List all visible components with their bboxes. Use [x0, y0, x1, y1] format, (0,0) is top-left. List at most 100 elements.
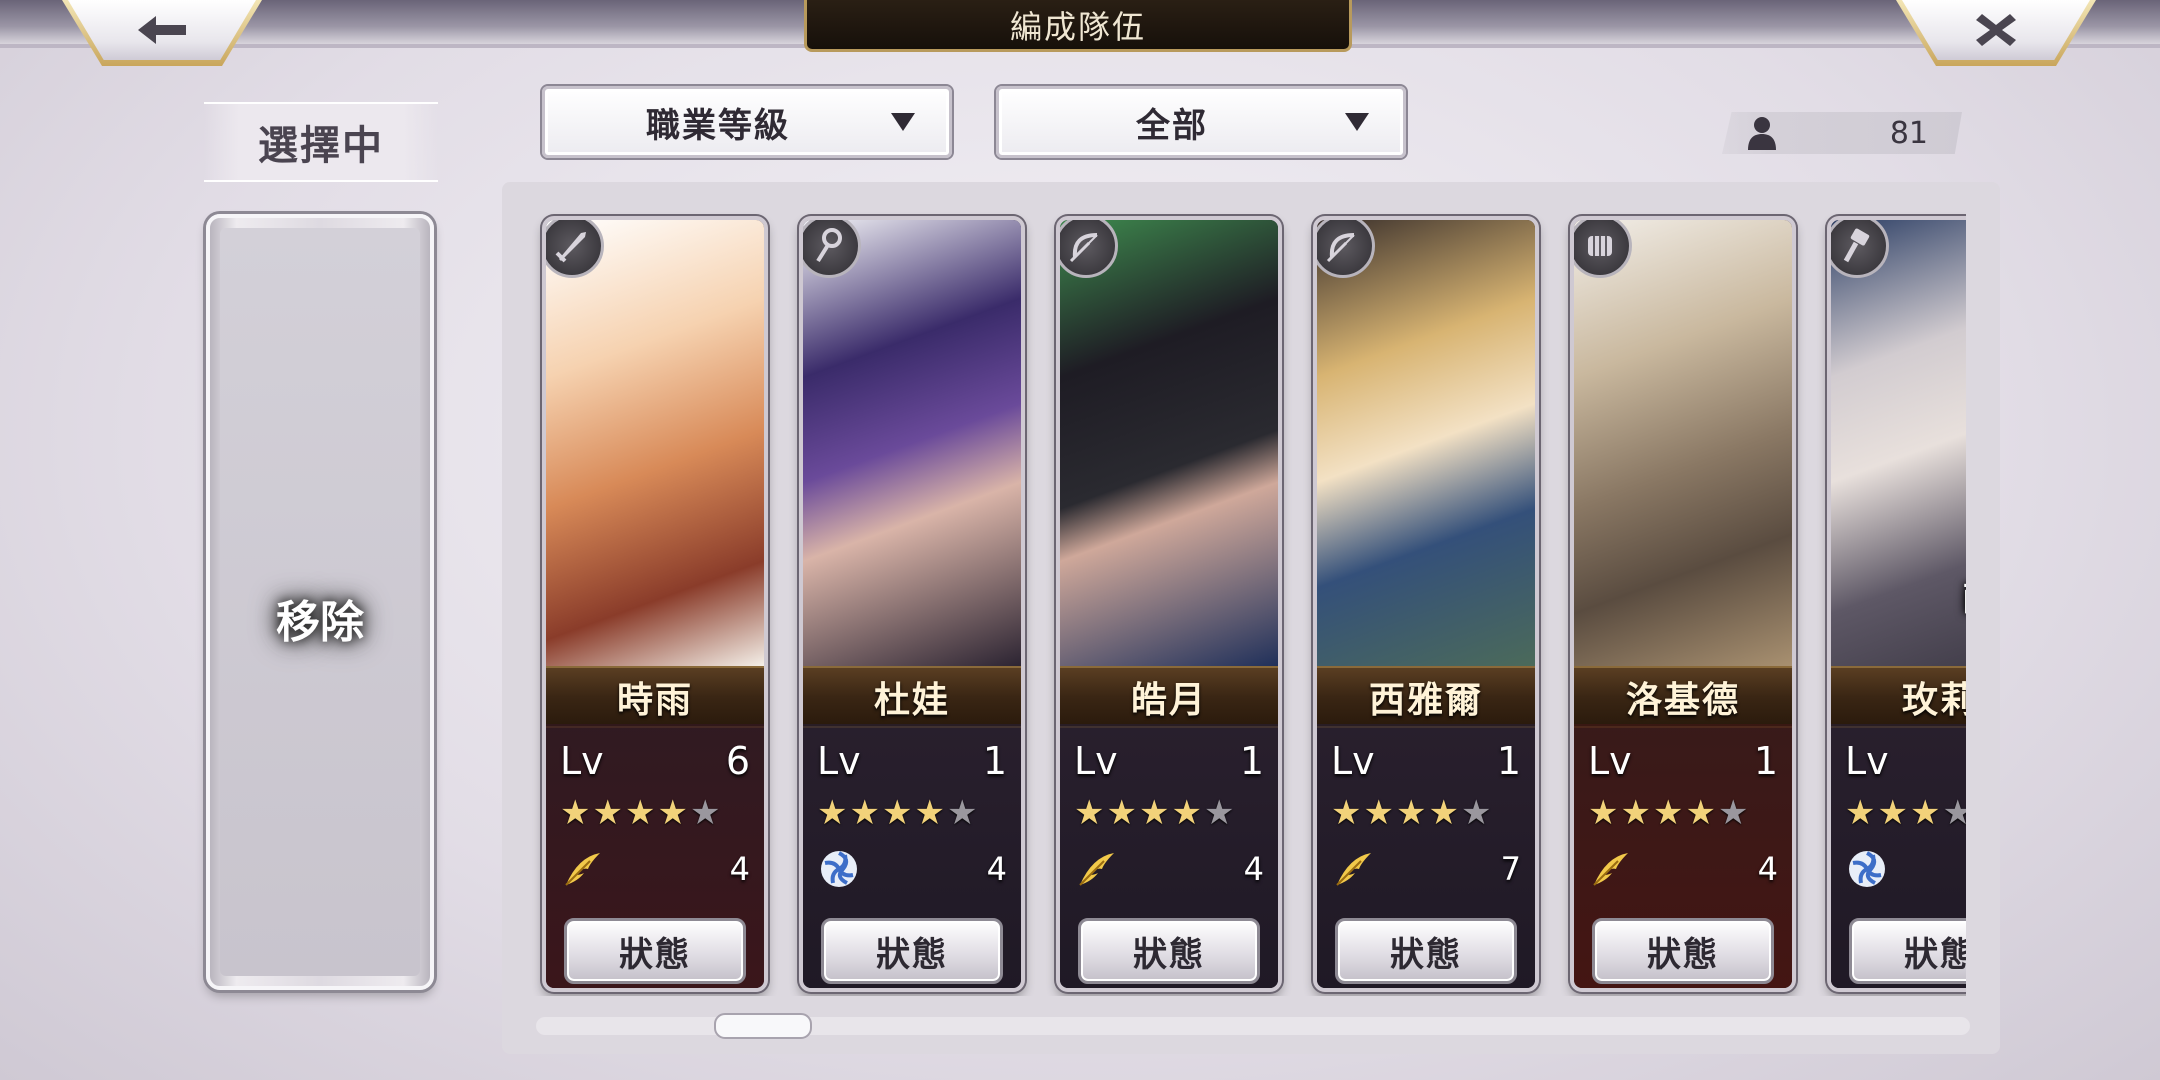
character-name: 西雅爾: [1368, 679, 1483, 721]
remove-slot-button[interactable]: 移除: [206, 214, 434, 990]
level-label: Lv: [1845, 739, 1889, 783]
level-value: 6: [725, 739, 750, 783]
star-empty-icon: ★: [1460, 793, 1492, 833]
level-value: 1: [1239, 739, 1264, 783]
star-filled-icon: ★: [1331, 793, 1362, 833]
character-stats: Lv 6 ★ ★ ★ ★ ★ 4 狀態: [546, 724, 764, 988]
element-row: 4: [560, 844, 750, 894]
character-stats: Lv ★★★★★ 狀態: [1831, 724, 1966, 988]
character-portrait: [1831, 220, 1966, 666]
sort-dropdown[interactable]: 職業等級: [542, 86, 952, 158]
chevron-down-icon: [891, 113, 915, 131]
character-card[interactable]: 洛基德 Lv 1 ★ ★ ★ ★ ★ 4 狀態: [1570, 216, 1796, 992]
character-name: 玫莉: [1901, 679, 1966, 721]
page-title: 編成隊伍: [1009, 7, 1146, 46]
character-name: 洛基德: [1625, 679, 1740, 721]
star-filled-icon: ★: [914, 793, 945, 833]
arrow-left-icon: [138, 16, 186, 44]
wind-feather-icon: [560, 847, 604, 891]
rarity-stars: ★★★★★: [560, 794, 720, 832]
rarity-stars: ★★★★★: [1331, 794, 1491, 832]
water-swirl-icon: [1845, 847, 1889, 891]
character-stats: Lv 1 ★ ★ ★ ★ ★ 4 狀態: [1060, 724, 1278, 988]
status-button[interactable]: 狀態: [564, 918, 746, 984]
status-button[interactable]: 狀態: [1335, 918, 1517, 984]
status-button-label: 狀態: [1904, 934, 1966, 975]
level-row: Lv 1: [1331, 738, 1521, 784]
star-filled-icon: ★: [1620, 793, 1651, 833]
level-value: 1: [1753, 739, 1778, 783]
character-stats: Lv 1 ★ ★ ★ ★ ★ 7 狀態: [1317, 724, 1535, 988]
status-button-label: 狀態: [619, 934, 691, 975]
character-portrait: [803, 220, 1021, 666]
star-filled-icon: ★: [1909, 793, 1941, 833]
remove-label: 移除: [276, 597, 364, 648]
character-portrait: [1317, 220, 1535, 666]
character-name-bar: 時雨: [546, 666, 764, 728]
element-row: [1845, 844, 1966, 894]
character-card[interactable]: 配置中 玫莉 Lv ★★★★★ 狀態: [1827, 216, 1966, 992]
status-button-label: 狀態: [1647, 934, 1719, 975]
level-row: Lv: [1845, 738, 1966, 784]
unit-count: 81: [1889, 115, 1928, 151]
character-name: 杜娃: [873, 679, 950, 721]
star-empty-icon: ★: [1203, 793, 1235, 833]
level-row: Lv 1: [817, 738, 1007, 784]
level-label: Lv: [1588, 739, 1632, 783]
star-filled-icon: ★: [1106, 793, 1137, 833]
character-name-bar: 皓月: [1060, 666, 1278, 728]
star-filled-icon: ★: [1845, 793, 1876, 833]
cost-value: 4: [729, 850, 750, 888]
star-empty-icon: ★: [1717, 793, 1749, 833]
close-icon: [1976, 14, 2016, 46]
star-filled-icon: ★: [1685, 793, 1716, 833]
rarity-stars: ★★★★★: [1845, 794, 1966, 832]
level-row: Lv 6: [560, 738, 750, 784]
level-row: Lv 1: [1074, 738, 1264, 784]
star-empty-icon: ★: [946, 793, 978, 833]
close-button[interactable]: [1896, 0, 2096, 66]
page-title-bar: 編成隊伍: [804, 0, 1352, 52]
selecting-header: 選擇中: [204, 102, 438, 182]
status-button[interactable]: 狀態: [821, 918, 1003, 984]
chevron-down-icon: [1345, 113, 1369, 131]
character-list[interactable]: 時雨 Lv 6 ★ ★ ★ ★ ★ 4 狀態 杜娃 Lv 1 ★ ★ ★ ★ ★…: [530, 206, 1966, 996]
element-row: 4: [817, 844, 1007, 894]
star-filled-icon: ★: [1428, 793, 1459, 833]
level-label: Lv: [560, 739, 604, 783]
rarity-stars: ★★★★★: [817, 794, 977, 832]
star-filled-icon: ★: [1395, 793, 1427, 833]
sort-dropdown-label: 職業等級: [646, 105, 790, 146]
selecting-label: 選擇中: [258, 122, 384, 169]
status-button[interactable]: 狀態: [1849, 918, 1966, 984]
status-button[interactable]: 狀態: [1078, 918, 1260, 984]
character-card[interactable]: 時雨 Lv 6 ★ ★ ★ ★ ★ 4 狀態: [542, 216, 768, 992]
level-label: Lv: [1331, 739, 1375, 783]
character-card[interactable]: 西雅爾 Lv 1 ★ ★ ★ ★ ★ 7 狀態: [1313, 216, 1539, 992]
character-name-bar: 杜娃: [803, 666, 1021, 728]
star-filled-icon: ★: [1171, 793, 1202, 833]
character-portrait: [1574, 220, 1792, 666]
character-stats: Lv 1 ★ ★ ★ ★ ★ 4 狀態: [803, 724, 1021, 988]
unit-count-badge: 81: [1722, 112, 1962, 154]
level-row: Lv 1: [1588, 738, 1778, 784]
remove-label-wrap: 移除: [210, 578, 430, 658]
star-filled-icon: ★: [849, 793, 880, 833]
star-empty-icon: ★: [1942, 794, 1966, 832]
wind-feather-icon: [1331, 847, 1375, 891]
level-value: 1: [1496, 739, 1521, 783]
water-swirl-icon: [817, 847, 861, 891]
element-row: 4: [1074, 844, 1264, 894]
scrollbar-thumb[interactable]: [714, 1013, 812, 1039]
character-card[interactable]: 杜娃 Lv 1 ★ ★ ★ ★ ★ 4 狀態: [799, 216, 1025, 992]
character-name-bar: 玫莉: [1831, 666, 1966, 728]
character-card[interactable]: 皓月 Lv 1 ★ ★ ★ ★ ★ 4 狀態: [1056, 216, 1282, 992]
star-filled-icon: ★: [1877, 793, 1908, 833]
wind-feather-icon: [1074, 847, 1118, 891]
filter-dropdown[interactable]: 全部: [996, 86, 1406, 158]
back-button[interactable]: [62, 0, 262, 66]
star-filled-icon: ★: [1588, 793, 1619, 833]
star-filled-icon: ★: [1363, 793, 1394, 833]
character-name: 時雨: [616, 679, 693, 721]
status-button[interactable]: 狀態: [1592, 918, 1774, 984]
